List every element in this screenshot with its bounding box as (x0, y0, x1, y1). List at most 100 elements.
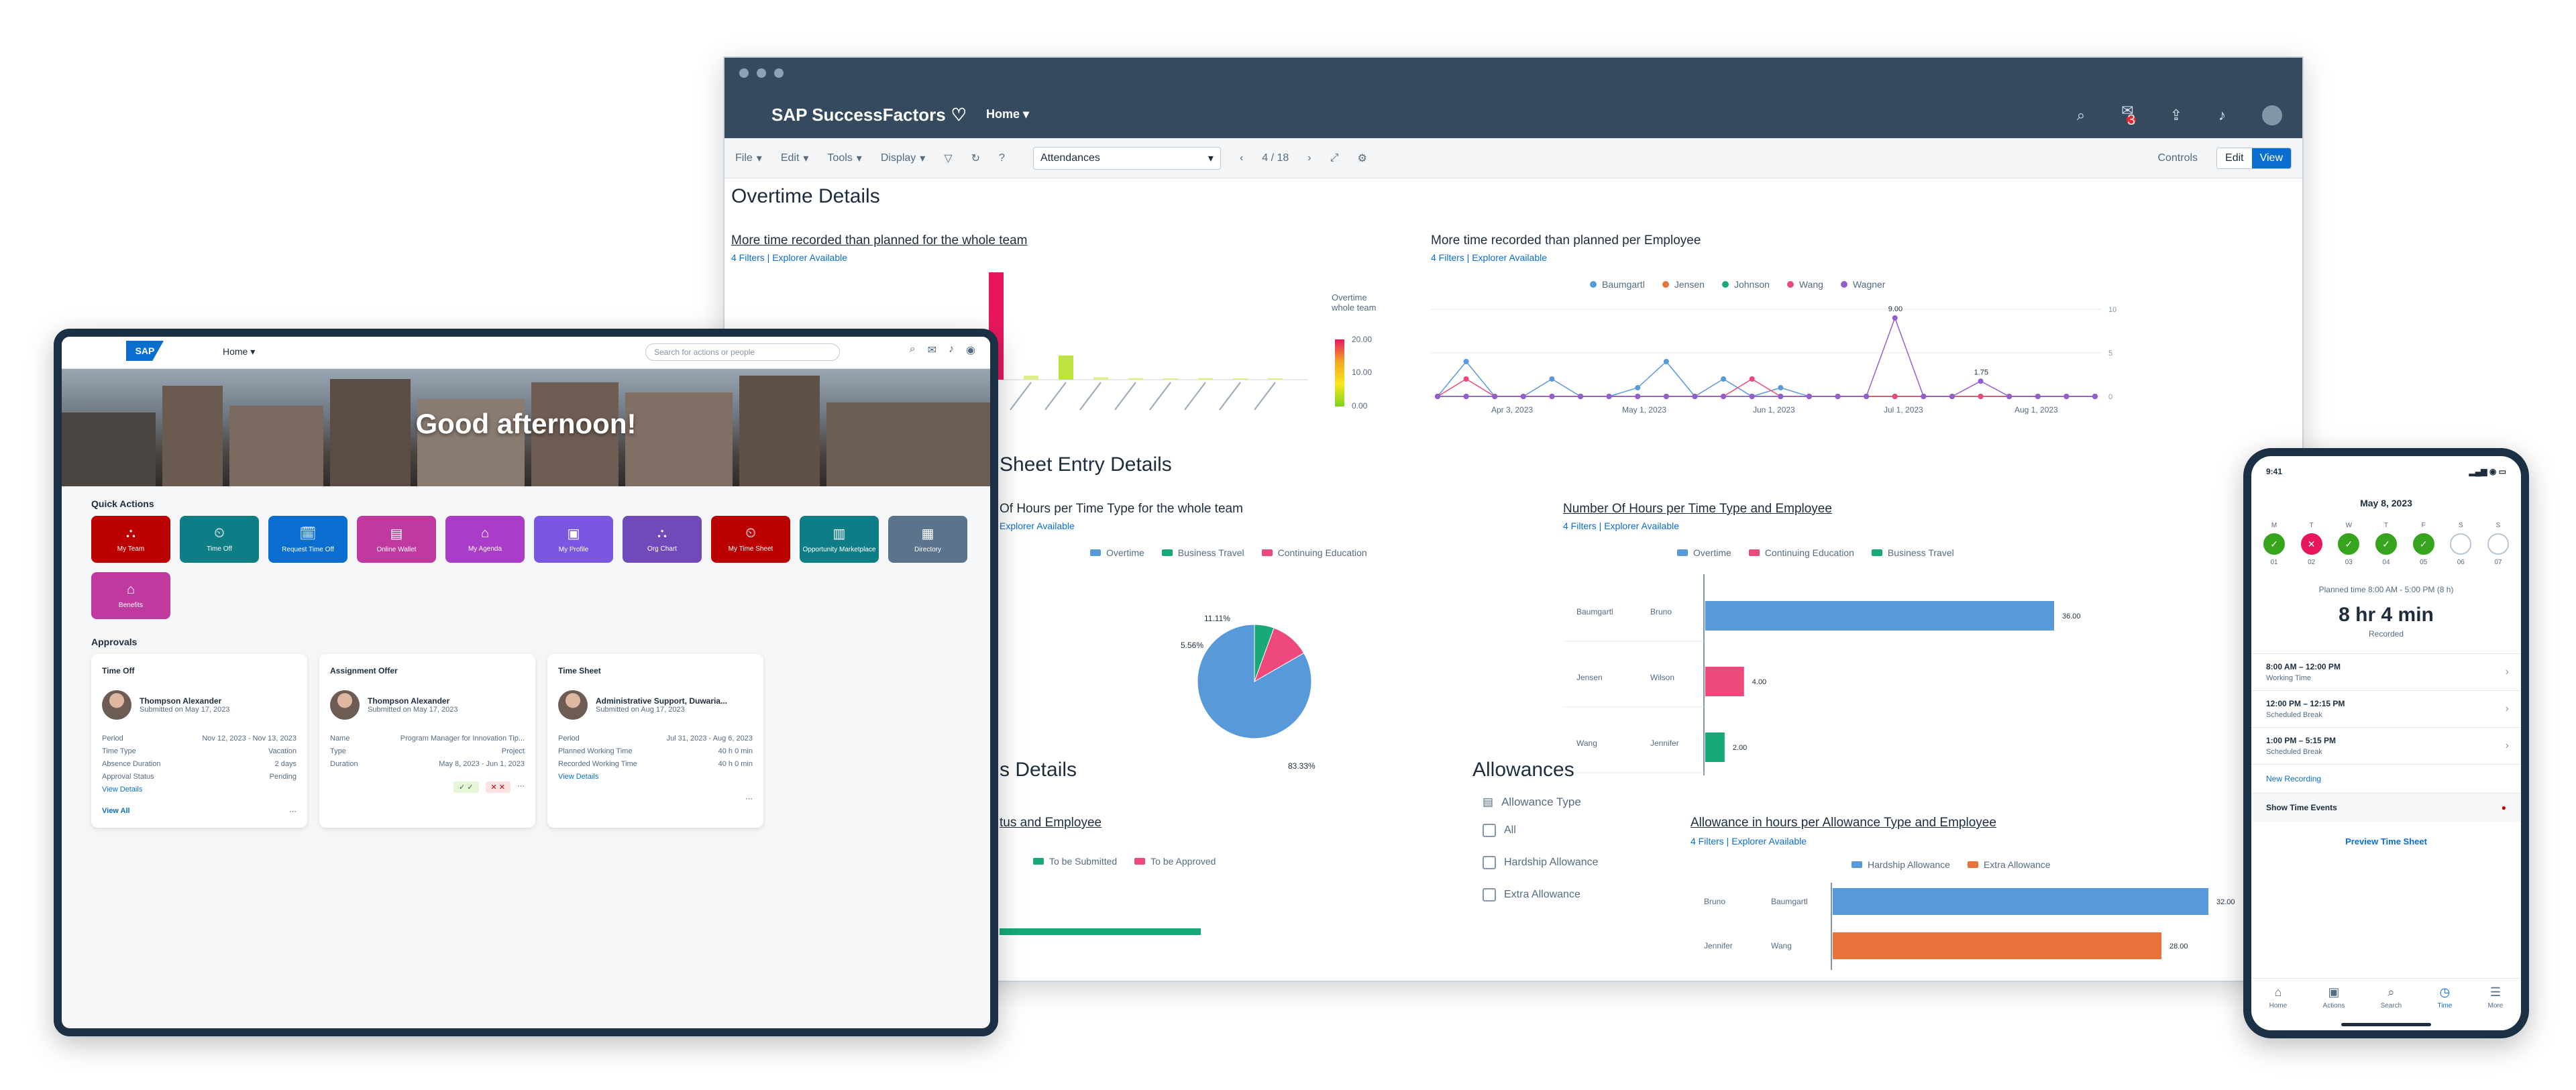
quick-action-tile[interactable]: ▣ My Profile (534, 516, 613, 563)
x-tick-label[interactable] (1149, 382, 1171, 411)
view-all-link[interactable]: View All (102, 807, 130, 816)
week-day[interactable]: T ✕ 02 (2300, 522, 2322, 566)
chart-title-status[interactable]: tus and Employee (1000, 816, 1102, 830)
legend-item[interactable]: Continuing Education (1748, 547, 1854, 558)
chart-title-allowance[interactable]: Allowance in hours per Allowance Type an… (1690, 816, 1996, 830)
chart-bar[interactable] (1198, 378, 1213, 380)
approval-card-time-off[interactable]: Time Off Thompson Alexander Submitted on … (91, 654, 307, 828)
bell-icon[interactable]: ♪ (2218, 107, 2226, 124)
x-tick-label[interactable] (1044, 382, 1067, 411)
brand-logo[interactable]: SAP SuccessFactors ♡ (771, 105, 967, 125)
chart-subtitle[interactable]: 4 Filters | Explorer Available (1431, 252, 1547, 263)
chart-bar[interactable] (1093, 377, 1108, 380)
filter-icon[interactable]: ▽ (944, 152, 952, 165)
week-day[interactable]: S 07 (2487, 522, 2509, 566)
legend-item[interactable]: Jensen (1662, 279, 1705, 290)
chart-bar[interactable] (1833, 932, 2161, 959)
checkbox[interactable] (1483, 824, 1496, 837)
legend-item[interactable]: Extra Allowance (1967, 859, 2051, 870)
legend-item[interactable]: Overtime (1677, 547, 1731, 558)
search-icon[interactable]: ⌕ (910, 343, 916, 357)
chart-subtitle[interactable]: 4 Filters | Explorer Available (1563, 521, 1679, 531)
week-day[interactable]: S 06 (2450, 522, 2472, 566)
quick-action-tile[interactable]: ⛬ My Team (91, 516, 170, 563)
legend-item[interactable]: Business Travel (1161, 547, 1244, 558)
chart-bar[interactable] (1705, 601, 2054, 631)
file-menu[interactable]: File ▾ (735, 152, 762, 165)
week-day[interactable]: W ✓ 03 (2338, 522, 2360, 566)
week-day[interactable]: T ✓ 04 (2375, 522, 2397, 566)
chart-bar[interactable] (1705, 667, 1744, 696)
quick-action-tile[interactable]: ▦ Directory (888, 516, 967, 563)
approve-button[interactable]: ✓ ✓ (453, 781, 479, 793)
chart-title-pie[interactable]: Of Hours per Time Type for the whole tea… (1000, 502, 1243, 516)
chart-title-employee-overtime[interactable]: More time recorded than planned per Empl… (1431, 233, 1701, 248)
view-mode-button[interactable]: View (2251, 148, 2291, 168)
legend-item[interactable]: To be Approved (1134, 856, 1216, 867)
selected-date[interactable]: May 8, 2023 (2251, 498, 2521, 508)
chart-bar[interactable] (1024, 376, 1038, 380)
fullscreen-icon[interactable]: ⤢ (1330, 152, 1339, 164)
chart-bar[interactable] (1059, 356, 1073, 380)
bell-icon[interactable]: ♪ (949, 343, 954, 357)
series-line[interactable] (1437, 378, 2095, 397)
tab-home[interactable]: ⌂ Home (2269, 985, 2288, 1030)
chart-bar[interactable] (1268, 378, 1283, 380)
time-entry[interactable]: 12:00 PM – 12:15 PM Scheduled Break › (2251, 690, 2521, 727)
story-select[interactable]: Attendances ▾ (1032, 146, 1221, 170)
chart-title-hours-bar[interactable]: Number Of Hours per Time Type and Employ… (1563, 502, 1832, 516)
series-line[interactable] (1438, 316, 2095, 397)
approval-card-assignment[interactable]: Assignment Offer Thompson Alexander Submi… (319, 654, 535, 828)
tab-more[interactable]: ☰ More (2488, 985, 2504, 1030)
search-icon[interactable]: ⌕ (2077, 107, 2085, 124)
quick-action-tile[interactable]: ⌂ My Agenda (445, 516, 525, 563)
series-line[interactable] (1437, 360, 2095, 397)
settings-icon[interactable]: ⚙ (1357, 152, 1366, 165)
help-icon[interactable]: ? (999, 152, 1005, 164)
checkbox[interactable] (1483, 856, 1496, 869)
home-menu[interactable]: Home ▾ (223, 346, 255, 358)
view-details-link[interactable]: View Details (102, 785, 297, 794)
legend-item[interactable]: Baumgartl (1590, 279, 1645, 290)
x-tick-label[interactable] (1079, 382, 1102, 411)
chart-bar[interactable] (1233, 378, 1248, 380)
view-details-link[interactable]: View Details (558, 773, 753, 781)
time-entry[interactable]: 8:00 AM – 12:00 PM Working Time › (2251, 653, 2521, 690)
controls-button[interactable]: Controls (2157, 152, 2198, 164)
week-day[interactable]: M ✓ 01 (2263, 522, 2285, 566)
edit-menu[interactable]: Edit ▾ (781, 152, 809, 165)
legend-item[interactable]: Business Travel (1871, 547, 1954, 558)
avatar[interactable] (2262, 105, 2282, 125)
page-next-icon[interactable]: › (1307, 152, 1311, 164)
window-dot[interactable] (739, 68, 749, 78)
legend-item[interactable]: To be Submitted (1033, 856, 1117, 867)
home-menu[interactable]: Home ▾ (986, 107, 1029, 121)
page-prev-icon[interactable]: ‹ (1240, 152, 1243, 164)
approval-card-time-sheet[interactable]: Time Sheet Administrative Support, Duwar… (547, 654, 763, 828)
more-icon[interactable]: ⋯ (517, 781, 525, 793)
notifications-icon[interactable]: ✉ 3 (2121, 102, 2137, 129)
tab-time[interactable]: ◷ Time (2437, 985, 2452, 1030)
chart-bar[interactable] (1163, 378, 1178, 380)
legend-item[interactable]: Johnson (1721, 279, 1770, 290)
share-icon[interactable]: ⇪ (2170, 107, 2182, 124)
legend-item[interactable]: Wang (1786, 279, 1823, 290)
time-entry[interactable]: 1:00 PM – 5:15 PM Scheduled Break › (2251, 727, 2521, 764)
filter-option[interactable]: All (1483, 824, 1599, 837)
quick-action-tile[interactable]: ⏲ My Time Sheet (711, 516, 790, 563)
quick-action-tile[interactable]: ▥ Opportunity Marketplace (800, 516, 879, 563)
chart-bar[interactable] (1128, 378, 1143, 380)
quick-action-tile[interactable]: 🗓 Request Time Off (268, 516, 347, 563)
chart-bar[interactable] (1705, 732, 1725, 762)
legend-item[interactable]: Wagner (1840, 279, 1885, 290)
notifications-icon[interactable]: ✉ (928, 343, 936, 357)
chart-subtitle[interactable]: 4 Filters | Explorer Available (731, 252, 847, 263)
legend-item[interactable]: Hardship Allowance (1851, 859, 1950, 870)
avatar[interactable]: ◉ (966, 343, 975, 357)
quick-action-tile[interactable]: ⛬ Org Chart (623, 516, 702, 563)
preview-time-sheet-button[interactable]: Preview Time Sheet (2266, 836, 2506, 847)
x-tick-label[interactable] (1114, 382, 1136, 411)
chart-title-team-overtime[interactable]: More time recorded than planned for the … (731, 233, 1027, 248)
legend-item[interactable]: Continuing Education (1261, 547, 1367, 558)
x-tick-label[interactable] (1219, 382, 1241, 411)
